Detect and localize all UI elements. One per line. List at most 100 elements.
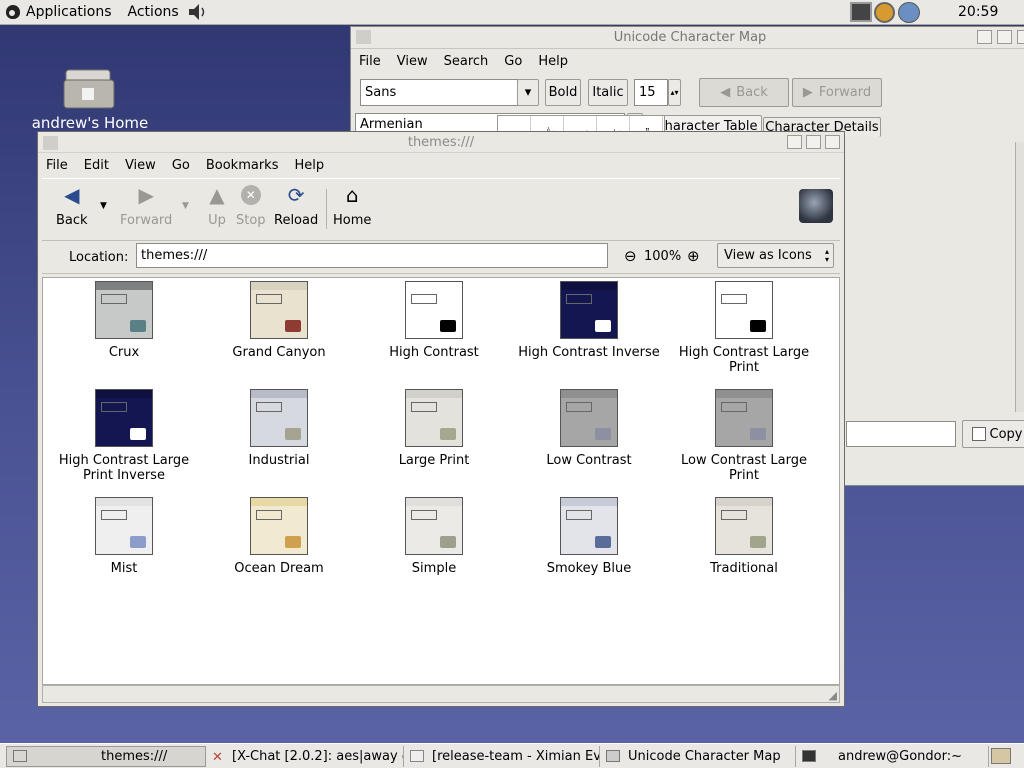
preview-folder-icon — [440, 320, 456, 332]
clock[interactable]: 20:59 — [958, 0, 998, 25]
actions-menu[interactable]: Actions — [120, 0, 187, 25]
theme-preview-icon — [715, 281, 773, 339]
theme-item[interactable]: High Contrast — [359, 281, 509, 360]
menu-search[interactable]: Search — [436, 54, 497, 69]
monitor-icon[interactable] — [850, 2, 872, 22]
theme-item[interactable]: Mist — [49, 497, 199, 576]
bold-toggle[interactable]: Bold — [545, 79, 581, 106]
theme-item[interactable]: Large Print — [359, 389, 509, 468]
copy-button[interactable]: Copy — [962, 420, 1024, 448]
theme-item[interactable]: Traditional — [669, 497, 819, 576]
resize-grip-icon[interactable]: ◢ — [829, 689, 837, 702]
stop-button[interactable]: ✕ Stop — [236, 183, 266, 228]
window-menu-icon[interactable] — [356, 30, 371, 44]
theme-item[interactable]: Crux — [49, 281, 199, 360]
zoom-in-icon[interactable]: ⊕ — [687, 247, 700, 265]
arrow-up-icon: ▲ — [209, 183, 225, 207]
font-dropdown-icon[interactable]: ▾ — [517, 79, 539, 106]
back-button[interactable]: ◀ Back — [699, 78, 789, 107]
forward-button[interactable]: ▶ Forward — [792, 78, 882, 107]
theme-item[interactable]: Low Contrast — [514, 389, 664, 468]
home-folder-icon[interactable] — [62, 66, 118, 112]
preview-folder-icon — [750, 320, 766, 332]
back-history-dropdown-icon[interactable]: ▼ — [100, 201, 107, 211]
task-xchat[interactable]: ✕ [X-Chat [2.0.2]: aes|away @ — [206, 745, 404, 767]
grid-scrollbar[interactable] — [1015, 142, 1024, 412]
icon-view: Crux Grand Canyon High Contrast High Contra… — [42, 277, 840, 685]
theme-preview-icon — [405, 389, 463, 447]
menu-file[interactable]: File — [38, 158, 76, 173]
location-bar: Location: themes:/// ⊖ 100% ⊕ View as Ic… — [42, 242, 840, 274]
theme-item[interactable]: Low Contrast Large Print — [669, 389, 819, 483]
maximize-icon[interactable] — [997, 30, 1012, 44]
theme-item[interactable]: Smokey Blue — [514, 497, 664, 576]
text-to-copy-field[interactable] — [846, 421, 956, 447]
menu-bookmarks[interactable]: Bookmarks — [198, 158, 287, 173]
theme-preview-icon — [250, 389, 308, 447]
preview-folder-icon — [130, 428, 146, 440]
menu-view[interactable]: View — [389, 54, 436, 69]
theme-item[interactable]: High Contrast Large Print — [669, 281, 819, 375]
preview-open-button-icon — [566, 510, 592, 520]
theme-label: Grand Canyon — [232, 345, 326, 360]
theme-preview-icon — [715, 497, 773, 555]
window-menu-icon[interactable] — [43, 136, 58, 150]
preview-titlebar — [561, 282, 617, 290]
preview-open-button-icon — [101, 402, 127, 412]
forward-history-dropdown-icon[interactable]: ▼ — [182, 201, 189, 211]
italic-toggle[interactable]: Italic — [588, 79, 628, 106]
menu-help[interactable]: Help — [530, 54, 576, 69]
browser-icon[interactable] — [874, 2, 895, 23]
minimize-icon[interactable] — [977, 30, 992, 44]
task-charmap[interactable]: Unicode Character Map — [600, 745, 796, 767]
menu-file[interactable]: File — [351, 54, 389, 69]
arrow-right-icon: ▶ — [802, 85, 813, 100]
up-button[interactable]: ▲ Up — [205, 183, 229, 228]
fm-title: themes:/// — [38, 132, 844, 153]
preview-titlebar — [251, 498, 307, 506]
location-input[interactable]: themes:/// — [136, 243, 608, 268]
close-icon[interactable] — [1017, 30, 1024, 44]
theme-item[interactable]: Ocean Dream — [204, 497, 354, 576]
home-folder-label[interactable]: andrew's Home — [20, 114, 160, 132]
preview-titlebar — [406, 282, 462, 290]
font-select[interactable]: Sans — [360, 79, 518, 106]
preview-open-button-icon — [721, 510, 747, 520]
menu-view[interactable]: View — [117, 158, 164, 173]
theme-item[interactable]: High Contrast Inverse — [514, 281, 664, 360]
theme-item[interactable]: High Contrast Large Print Inverse — [49, 389, 199, 483]
theme-label: Crux — [108, 345, 140, 360]
close-icon[interactable] — [825, 135, 840, 149]
zoom-level[interactable]: 100% — [644, 249, 681, 264]
preview-folder-icon — [285, 536, 301, 548]
minimize-icon[interactable] — [787, 135, 802, 149]
size-spin-icon[interactable]: ▴▾ — [668, 79, 681, 106]
workspace-icon[interactable] — [991, 748, 1011, 764]
menu-help[interactable]: Help — [286, 158, 332, 173]
theme-item[interactable]: Industrial — [204, 389, 354, 468]
menu-go[interactable]: Go — [164, 158, 198, 173]
maximize-icon[interactable] — [806, 135, 821, 149]
back-button[interactable]: ◀ Back — [56, 183, 88, 228]
preview-folder-icon — [130, 536, 146, 548]
theme-label: Industrial — [248, 453, 310, 468]
menu-edit[interactable]: Edit — [76, 158, 117, 173]
task-evolution[interactable]: [release-team - Ximian Evol — [404, 745, 600, 767]
globe-icon[interactable] — [898, 2, 920, 23]
home-button[interactable]: ⌂ Home — [333, 183, 371, 228]
font-size-field[interactable]: 15 — [634, 79, 668, 106]
theme-item[interactable]: Grand Canyon — [204, 281, 354, 360]
stop-icon: ✕ — [239, 183, 263, 207]
reload-button[interactable]: ⟳ Reload — [274, 183, 318, 228]
theme-preview-icon — [405, 281, 463, 339]
preview-titlebar — [96, 498, 152, 506]
task-terminal[interactable]: andrew@Gondor:~ — [796, 745, 989, 767]
task-themes[interactable]: themes:/// — [6, 745, 206, 767]
volume-icon[interactable] — [187, 2, 209, 22]
view-as-select[interactable]: View as Icons ▴ ▾ — [717, 243, 834, 268]
forward-button[interactable]: ▶ Forward — [120, 183, 172, 228]
menu-go[interactable]: Go — [496, 54, 530, 69]
applications-menu[interactable]: Applications — [26, 0, 120, 25]
zoom-out-icon[interactable]: ⊖ — [624, 247, 637, 265]
theme-item[interactable]: Simple — [359, 497, 509, 576]
